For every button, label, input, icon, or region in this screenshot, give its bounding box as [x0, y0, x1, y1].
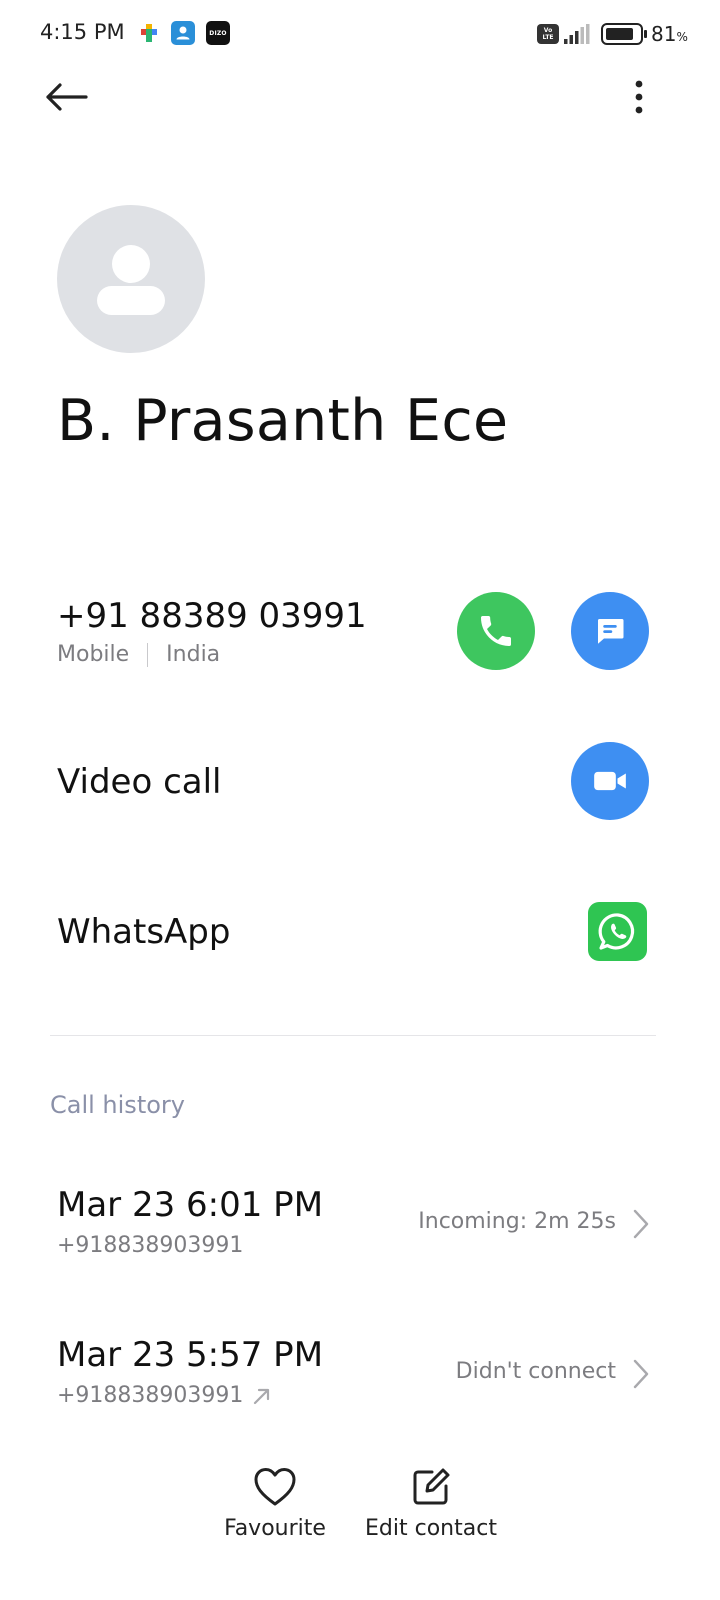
video-call-label[interactable]: Video call — [57, 762, 222, 802]
contact-avatar[interactable] — [57, 205, 205, 353]
call-history-row[interactable]: Mar 23 5:57 PM +918838903991 Didn't conn… — [0, 1335, 720, 1445]
person-placeholder-icon — [97, 245, 165, 315]
video-camera-icon — [594, 771, 626, 791]
contact-name: B. Prasanth Ece — [57, 388, 509, 454]
battery-icon — [601, 23, 649, 45]
volte-icon-label: Vo LTE — [542, 27, 554, 41]
favourite-button[interactable]: Favourite — [215, 1466, 335, 1541]
video-call-button[interactable] — [571, 742, 649, 820]
whatsapp-button[interactable] — [588, 902, 647, 961]
back-button[interactable] — [38, 72, 94, 122]
call-history-row[interactable]: Mar 23 6:01 PM +918838903991 Incoming: 2… — [0, 1185, 720, 1295]
status-bar-time: 4:15 PM — [40, 20, 125, 44]
section-divider — [50, 1035, 656, 1036]
phone-type-label: Mobile — [57, 642, 130, 667]
call-history-number: +918838903991 — [57, 1383, 273, 1408]
edit-contact-label: Edit contact — [365, 1516, 497, 1541]
call-history-datetime: Mar 23 5:57 PM — [57, 1335, 324, 1375]
message-button[interactable] — [571, 592, 649, 670]
call-history-status: Incoming: 2m 25s — [418, 1209, 616, 1234]
call-history-datetime: Mar 23 6:01 PM — [57, 1185, 324, 1225]
google-play-games-icon — [137, 21, 161, 45]
battery-percentage: 81% — [651, 22, 688, 46]
outgoing-call-arrow-icon — [254, 1388, 270, 1404]
contacts-app-icon — [171, 21, 195, 45]
more-options-button[interactable] — [620, 72, 660, 122]
whatsapp-label[interactable]: WhatsApp — [57, 912, 230, 952]
more-vertical-icon — [635, 80, 643, 114]
edit-contact-button[interactable]: Edit contact — [361, 1466, 501, 1541]
chevron-right-icon — [633, 1209, 649, 1239]
phone-region-label: India — [166, 642, 221, 667]
phone-meta: Mobile India — [57, 642, 220, 667]
message-icon — [598, 619, 624, 644]
battery-percent-unit: % — [676, 30, 688, 44]
chevron-right-icon — [633, 1359, 649, 1389]
call-button[interactable] — [457, 592, 535, 670]
edit-icon — [413, 1468, 450, 1505]
meta-separator — [147, 642, 149, 667]
battery-percent-value: 81 — [651, 22, 677, 46]
favourite-label: Favourite — [224, 1516, 326, 1541]
call-history-number: +918838903991 — [57, 1233, 243, 1258]
whatsapp-icon — [598, 912, 634, 950]
dizo-icon: DIZO — [206, 21, 230, 45]
call-history-number-text: +918838903991 — [57, 1383, 244, 1408]
phone-number[interactable]: +91 88389 03991 — [57, 596, 367, 636]
call-history-status: Didn't connect — [455, 1359, 616, 1384]
back-arrow-icon — [46, 83, 88, 111]
call-history-title: Call history — [50, 1091, 185, 1119]
heart-icon — [254, 1468, 296, 1506]
dizo-icon-label: DIZO — [209, 29, 227, 37]
volte-icon: Vo LTE — [537, 24, 559, 44]
phone-icon — [481, 616, 511, 646]
call-history-number-text: +918838903991 — [57, 1233, 244, 1258]
signal-strength-icon — [563, 24, 591, 44]
